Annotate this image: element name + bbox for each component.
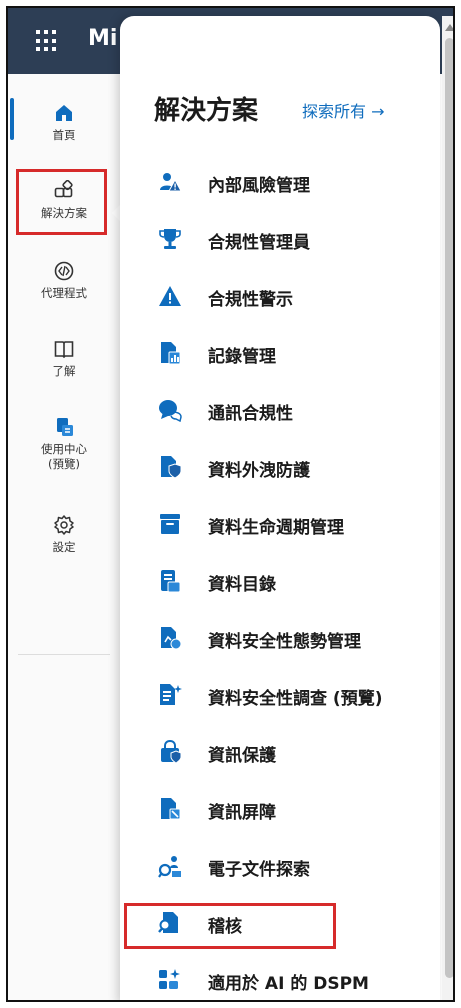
scroll-up-icon[interactable] [445,24,453,31]
document-posture-icon [161,627,182,650]
nav-label: 設定 [52,540,76,554]
scrollbar[interactable] [442,16,453,1000]
flyout-title: 解決方案 [154,96,259,126]
trophy-icon [159,229,181,249]
solutions-flyout: 解決方案 探索所有 → 內部風險管理 合規性管理員 合規性警示 記錄管理 通訊合… [120,16,440,1000]
warning-icon [159,286,181,306]
book-icon [54,341,74,359]
solution-item[interactable]: 資訊屏障 [120,789,440,829]
ediscovery-icon [158,856,181,878]
solution-item[interactable]: 資訊保護 [120,732,440,772]
lock-shield-icon [161,740,182,764]
nav-label: 使用中心 [41,442,87,456]
solution-label: 資料安全性態勢管理 [208,632,361,652]
solution-label: 內部風險管理 [208,176,310,196]
person-warning-icon [160,173,182,192]
solution-item[interactable]: 資料目錄 [120,561,440,601]
solution-item[interactable]: 通訊合規性 [120,390,440,430]
archive-icon [160,514,180,534]
app-frame: Mi 首頁 解決方案 代理程式 了解 使用中心 (預覽) 設定 解決方案 探索所… [6,6,455,1002]
catalog-icon [161,570,181,593]
solution-item[interactable]: 內部風險管理 [120,162,440,202]
solution-label: 適用於 AI 的 DSPM [208,974,369,994]
nav-label-suffix: (預覽) [48,457,80,471]
gear-icon [54,515,74,535]
solution-label: 合規性管理員 [208,233,310,253]
nav-item-usage-center[interactable]: 使用中心 (預覽) [8,416,120,472]
nav-divider [18,654,110,655]
solution-label: 資料安全性調查 (預覽) [208,689,383,709]
nav-item-settings[interactable]: 設定 [8,514,120,555]
document-shield-icon [161,456,182,479]
nav-item-learn[interactable]: 了解 [8,338,120,379]
highlight-box-audit [124,903,336,949]
nav-label: 了解 [52,364,76,378]
solution-item[interactable]: 電子文件探索 [120,846,440,886]
nav-item-agents[interactable]: 代理程式 [8,260,120,301]
solution-label: 記錄管理 [208,347,276,367]
solution-item[interactable]: 資料安全性調查 (預覽) [120,675,440,715]
nav-label: 首頁 [52,128,76,142]
solution-label: 資訊保護 [208,746,276,766]
home-icon [56,105,72,121]
usage-center-icon [57,418,73,436]
solution-item[interactable]: 合規性警示 [120,276,440,316]
document-sparkle-icon [160,684,182,705]
document-chart-icon [161,342,181,365]
solution-label: 資訊屏障 [208,803,276,823]
solution-label: 資料生命週期管理 [208,518,344,538]
document-barrier-icon [161,798,181,820]
nav-item-home[interactable]: 首頁 [8,102,120,143]
solution-item[interactable]: 資料外洩防護 [120,447,440,487]
solution-label: 電子文件探索 [208,860,310,880]
app-launcher-icon[interactable] [36,30,58,52]
chat-bubble-icon [159,400,182,422]
scrollbar-thumb[interactable] [445,38,453,978]
solution-label: 通訊合規性 [208,404,293,424]
brand-name: Mi [88,26,118,51]
solution-item[interactable]: 記錄管理 [120,333,440,373]
solution-item[interactable]: 資料安全性態勢管理 [120,618,440,658]
ai-sparkle-icon [159,969,180,989]
explore-all-link[interactable]: 探索所有 → [302,98,385,122]
solution-label: 資料目錄 [208,575,276,595]
code-icon [54,261,74,281]
solution-item[interactable]: 資料生命週期管理 [120,504,440,544]
solution-item[interactable]: 合規性管理員 [120,219,440,259]
solution-item[interactable]: 適用於 AI 的 DSPM [120,960,440,1000]
solution-label: 合規性警示 [208,290,293,310]
highlight-box-solutions [16,169,107,235]
nav-label: 代理程式 [41,286,87,300]
solution-label: 資料外洩防護 [208,461,310,481]
